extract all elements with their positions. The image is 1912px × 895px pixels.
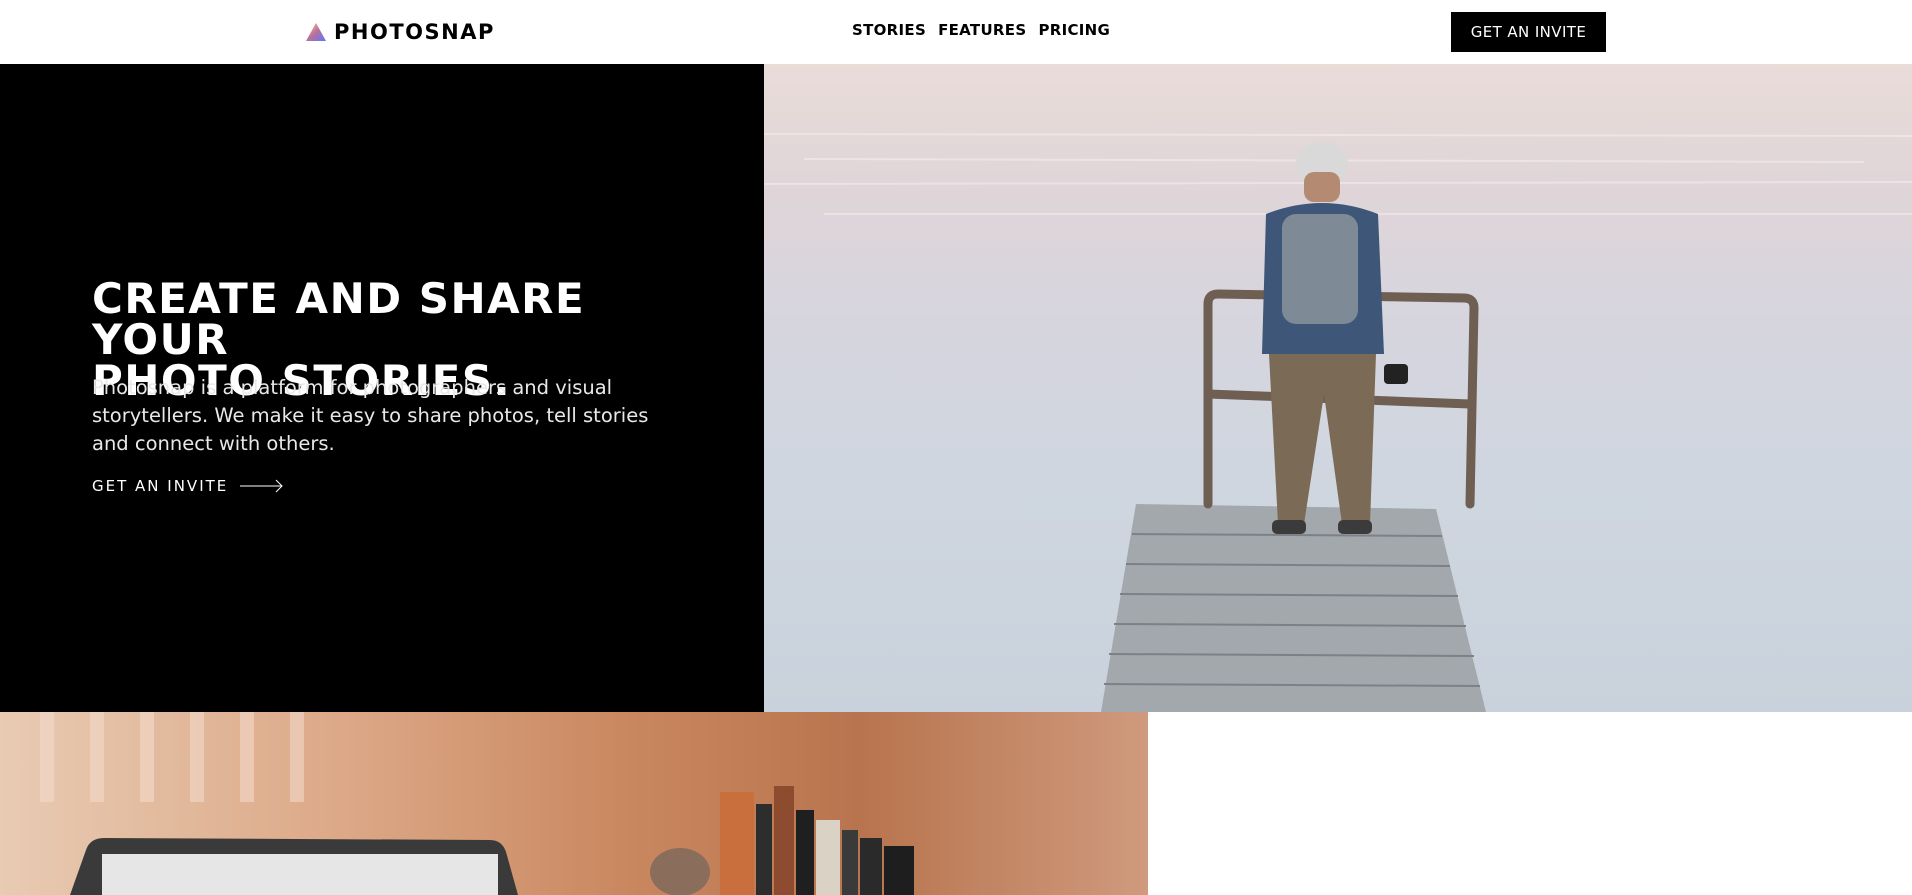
nav-link-features[interactable]: FEATURES: [938, 21, 1026, 39]
hero-text-panel: CREATE AND SHARE YOUR PHOTO STORIES. Pho…: [0, 64, 764, 712]
laptop-scene-illustration: [40, 712, 914, 895]
logo-triangle-icon: [306, 23, 326, 41]
laptop-desk-photo: [0, 712, 1148, 895]
nav-link-stories[interactable]: STORIES: [852, 21, 926, 39]
section-white-panel: [1148, 712, 1912, 895]
main-nav: STORIES FEATURES PRICING: [852, 21, 1110, 39]
nav-link-pricing[interactable]: PRICING: [1038, 21, 1110, 39]
hero-get-invite-link[interactable]: GET AN INVITE: [92, 477, 284, 495]
hero-photo-man-on-dock: [764, 64, 1912, 712]
logo-link[interactable]: PHOTOSNAP: [306, 19, 495, 45]
hero-title-line-1: CREATE AND SHARE YOUR: [92, 274, 586, 364]
hero-link-label: GET AN INVITE: [92, 477, 229, 495]
hero-description: Photosnap is a platform for photographer…: [92, 376, 649, 455]
arrow-right-icon: [240, 479, 283, 493]
brand-name: PHOTOSNAP: [334, 20, 495, 44]
get-invite-button[interactable]: GET AN INVITE: [1451, 12, 1606, 52]
site-header: PHOTOSNAP STORIES FEATURES PRICING GET A…: [0, 0, 1912, 64]
dock-scene-illustration: [764, 133, 1912, 712]
